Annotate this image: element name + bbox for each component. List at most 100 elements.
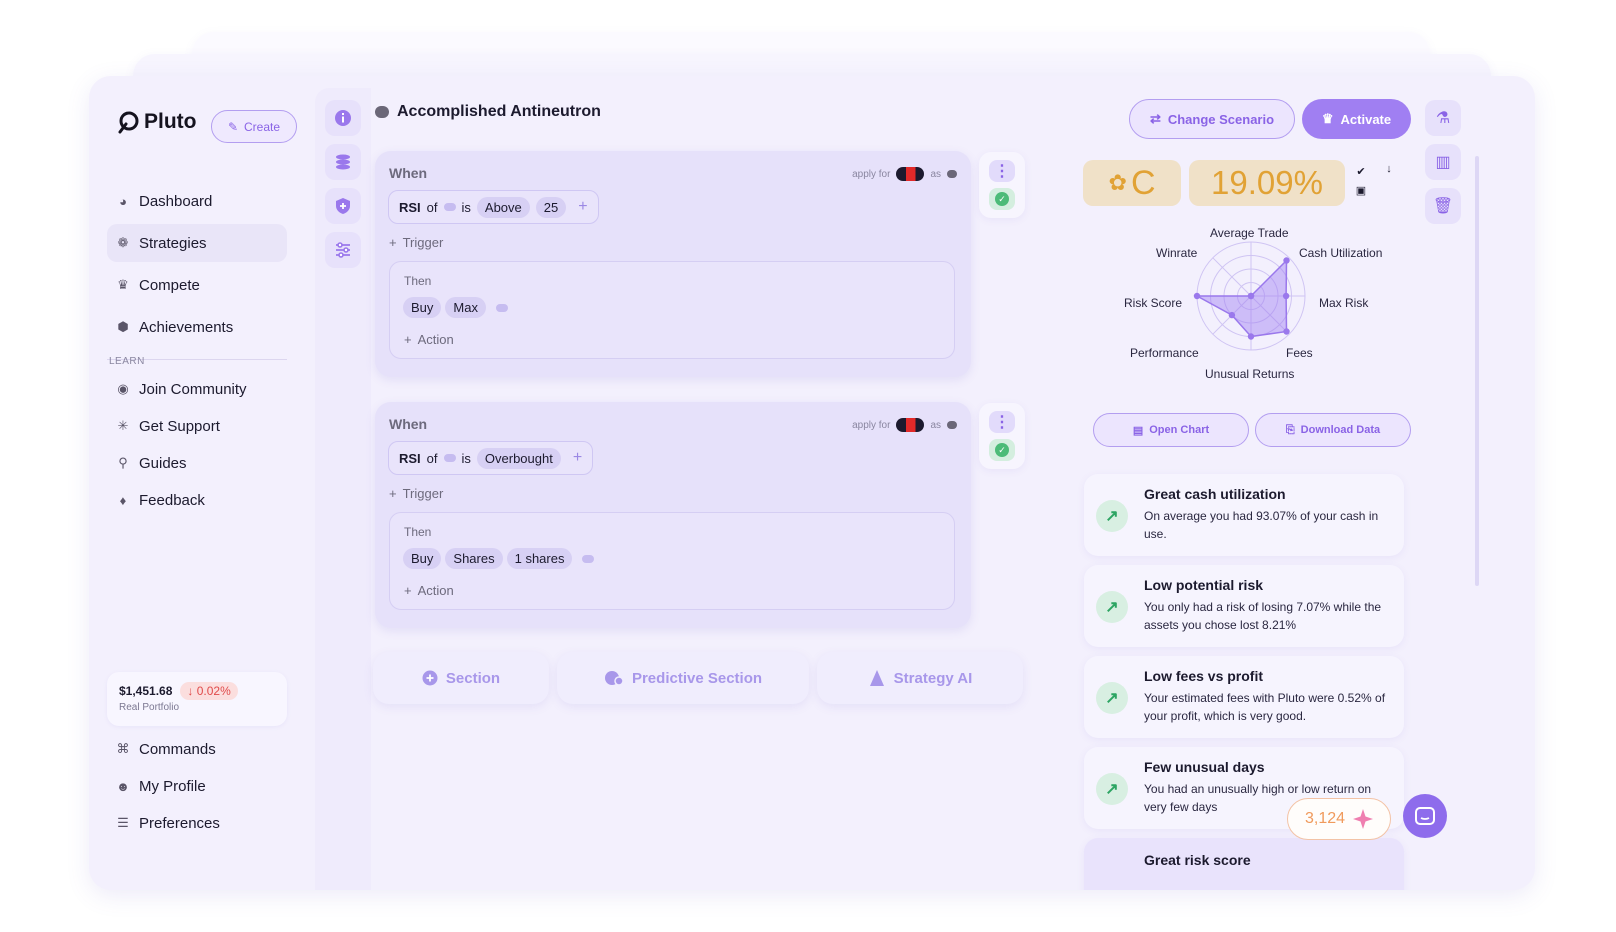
asset-coin-icon[interactable] bbox=[443, 203, 456, 211]
action-pill[interactable]: Buy bbox=[403, 548, 442, 569]
radar-point bbox=[1283, 328, 1290, 335]
grade-badge: ✿ C bbox=[1083, 160, 1181, 206]
radar-point bbox=[1247, 333, 1255, 340]
activate-button[interactable]: ♛ Activate bbox=[1302, 99, 1411, 139]
radar-point bbox=[1283, 257, 1290, 264]
assets-button[interactable] bbox=[325, 144, 361, 180]
plus-circle-icon bbox=[422, 670, 438, 686]
radar-label: Fees bbox=[1286, 346, 1313, 360]
nav-item-compete[interactable]: ♛ Compete bbox=[107, 266, 287, 304]
notes-button[interactable]: ▥ bbox=[1425, 144, 1461, 180]
radar-area bbox=[1196, 258, 1288, 338]
trash-icon: 🗑 bbox=[1432, 198, 1454, 215]
kebab-menu-icon[interactable]: ⋮ bbox=[989, 160, 1015, 182]
nav-item-commands[interactable]: ⌘ Commands bbox=[107, 732, 287, 766]
add-section-button[interactable]: Section bbox=[373, 652, 549, 704]
nav-item-get-support[interactable]: ✳ Get Support bbox=[107, 409, 287, 443]
action-pill[interactable]: Max bbox=[445, 297, 486, 318]
main-nav: ◕ Dashboard ❁ Strategies ♛ Compete ⬢ Ach… bbox=[107, 182, 287, 350]
risk-shield-button[interactable] bbox=[325, 188, 361, 224]
info-button[interactable] bbox=[325, 100, 361, 136]
download-data-button[interactable]: ⎘ Download Data bbox=[1255, 413, 1411, 447]
radar-spoke bbox=[1212, 257, 1252, 297]
insight-card: ↗ Great cash utilization On average you … bbox=[1084, 474, 1404, 556]
add-predictive-section-button[interactable]: Predictive Section bbox=[557, 652, 809, 704]
book-icon: ▥ bbox=[1435, 154, 1451, 171]
action-pill[interactable]: Shares bbox=[445, 548, 503, 569]
arrow-down-icon[interactable]: ↓ bbox=[1383, 163, 1395, 175]
add-trigger-button[interactable]: + Trigger bbox=[389, 235, 443, 250]
award-ribbon-icon: ✿ bbox=[1108, 170, 1127, 195]
shield-icon bbox=[336, 198, 350, 214]
test-lab-button[interactable]: ⚗ bbox=[1425, 100, 1461, 136]
then-section: Then Buy Max + Action bbox=[389, 261, 955, 359]
apply-for-selector[interactable]: apply for as bbox=[852, 418, 957, 432]
action-pill[interactable]: Buy bbox=[403, 297, 442, 318]
nav-item-guides[interactable]: ⚲ Guides bbox=[107, 446, 287, 480]
portfolio-change-badge: ↓ 0.02% bbox=[180, 682, 238, 700]
logo[interactable]: Pluto bbox=[116, 110, 197, 134]
learn-nav: ◉ Join Community ✳ Get Support ⚲ Guides … bbox=[107, 372, 287, 520]
action-pill[interactable]: 1 shares bbox=[506, 548, 573, 569]
scrollbar[interactable] bbox=[1475, 156, 1479, 586]
nav-item-strategies[interactable]: ❁ Strategies bbox=[107, 224, 287, 262]
add-trigger-button[interactable]: + Trigger bbox=[389, 486, 443, 501]
radar-label: Max Risk bbox=[1319, 296, 1369, 310]
credits-badge[interactable]: 3,124 bbox=[1287, 798, 1391, 840]
insight-card: ↗ Low fees vs profit Your estimated fees… bbox=[1084, 656, 1404, 738]
then-label: Then bbox=[404, 274, 432, 288]
radar-point bbox=[1228, 311, 1236, 319]
asset-coin-icon[interactable] bbox=[443, 454, 456, 462]
asset-coin-icon[interactable] bbox=[582, 554, 595, 563]
asset-coin-icon[interactable] bbox=[495, 303, 508, 312]
block-controls: ⋮ ✓ bbox=[979, 403, 1025, 469]
settings-sliders-button[interactable] bbox=[325, 232, 361, 268]
insight-text: On average you had 93.07% of your cash i… bbox=[1144, 509, 1379, 541]
block-controls: ⋮ ✓ bbox=[979, 152, 1025, 218]
portfolio-card[interactable]: $1,451.68 ↓ 0.02% Real Portfolio bbox=[107, 672, 287, 726]
comparator-pill[interactable]: Overbought bbox=[476, 447, 561, 469]
plus-icon: + bbox=[389, 486, 397, 501]
add-action-button[interactable]: + Action bbox=[404, 583, 454, 598]
discord-icon: ◉ bbox=[117, 381, 129, 396]
condition-row[interactable]: RSI of is Overbought + bbox=[388, 441, 594, 475]
nav-item-join-community[interactable]: ◉ Join Community bbox=[107, 372, 287, 406]
score-percent: 19.09% bbox=[1189, 160, 1345, 206]
info-icon bbox=[335, 110, 351, 126]
create-button[interactable]: ✎ Create bbox=[211, 110, 297, 143]
radar-label: Average Trade bbox=[1210, 226, 1289, 240]
check-circle-icon[interactable]: ✔ bbox=[1355, 165, 1367, 178]
sliders-icon bbox=[336, 242, 350, 258]
open-chart-button[interactable]: ▤ Open Chart bbox=[1093, 413, 1249, 447]
nav-item-feedback[interactable]: ♦ Feedback bbox=[107, 483, 287, 517]
insight-title: Low potential risk bbox=[1144, 577, 1264, 593]
add-condition-plus-icon[interactable]: + bbox=[567, 449, 582, 467]
check-icon: ✓ bbox=[995, 443, 1009, 457]
command-icon: ⌘ bbox=[116, 741, 130, 756]
nav-item-achievements[interactable]: ⬢ Achievements bbox=[107, 308, 287, 346]
strategy-title[interactable]: Accomplished Antineutron bbox=[375, 103, 601, 121]
bulb-icon: ♦ bbox=[119, 492, 127, 508]
nav-item-my-profile[interactable]: ☻ My Profile bbox=[107, 769, 287, 803]
check-icon: ✓ bbox=[995, 192, 1009, 206]
value-pill[interactable]: 25 bbox=[535, 196, 567, 218]
add-action-button[interactable]: + Action bbox=[404, 332, 454, 347]
predictive-icon bbox=[604, 671, 624, 686]
file-download-icon: ⎘ bbox=[1285, 423, 1295, 436]
radar-point bbox=[1193, 292, 1201, 300]
condition-row[interactable]: RSI of is Above 25 + bbox=[388, 190, 599, 224]
strategy-ai-button[interactable]: Strategy AI bbox=[817, 652, 1023, 704]
insight-title: Few unusual days bbox=[1144, 759, 1265, 775]
nav-item-dashboard[interactable]: ◕ Dashboard bbox=[107, 182, 287, 220]
kebab-menu-icon[interactable]: ⋮ bbox=[989, 411, 1015, 433]
delete-button[interactable]: 🗑 bbox=[1425, 188, 1461, 224]
comparator-pill[interactable]: Above bbox=[476, 196, 530, 218]
nav-item-preferences[interactable]: ☰ Preferences bbox=[107, 806, 287, 840]
add-condition-plus-icon[interactable]: + bbox=[572, 198, 587, 216]
calendar-icon[interactable]: ▣ bbox=[1355, 184, 1367, 197]
change-scenario-button[interactable]: ⇄ Change Scenario bbox=[1129, 99, 1295, 139]
sparkle-icon bbox=[1353, 809, 1374, 829]
block-enabled-toggle[interactable]: ✓ bbox=[989, 188, 1015, 210]
apply-for-selector[interactable]: apply for as bbox=[852, 167, 957, 181]
block-enabled-toggle[interactable]: ✓ bbox=[989, 439, 1015, 461]
